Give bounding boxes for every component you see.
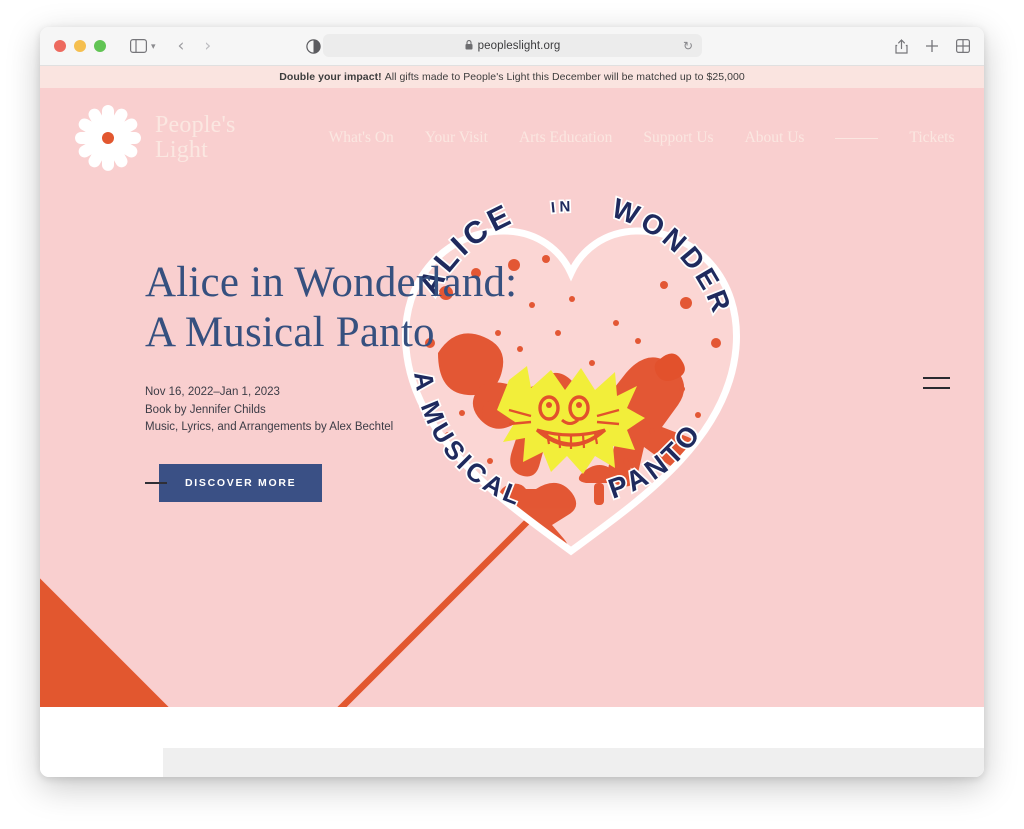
hero-copy: Alice in Wonderland: A Musical Panto Nov… (145, 258, 517, 502)
logo-line-2: Light (155, 137, 208, 163)
nav-item-support-us[interactable]: Support Us (643, 129, 713, 147)
plus-icon[interactable] (925, 39, 939, 53)
hero-title-line-2: A Musical Panto (145, 309, 435, 356)
cta-dash (145, 481, 167, 484)
content-placeholder-strip (163, 748, 984, 777)
cta-wrapper: DISCOVER MORE (145, 463, 517, 502)
browser-toolbar: ▾ ‹ › peopleslight.org ↻ (40, 27, 984, 66)
nav-item-about-us[interactable]: About Us (745, 129, 805, 147)
main-navigation: What's On Your Visit Arts Education Supp… (329, 127, 984, 149)
flower-logo-icon (72, 102, 144, 174)
reader-view-icon[interactable] (306, 38, 321, 54)
share-icon[interactable] (895, 38, 908, 54)
discover-more-button[interactable]: DISCOVER MORE (159, 463, 323, 502)
site-header: People's Light What's On Your Visit Arts… (40, 88, 984, 188)
hero-section: People's Light What's On Your Visit Arts… (40, 88, 984, 707)
nav-item-whats-on[interactable]: What's On (329, 129, 394, 147)
promo-banner-text: All gifts made to People's Light this De… (384, 71, 745, 83)
reload-button[interactable]: ↻ (683, 39, 693, 53)
show-music-by: Music, Lyrics, and Arrangements by Alex … (145, 421, 394, 434)
sidebar-icon[interactable] (130, 39, 147, 53)
lock-icon (465, 39, 473, 52)
artwork-arc-in: IN (550, 198, 574, 216)
minimize-window-button[interactable] (74, 40, 86, 52)
show-dates: Nov 16, 2022–Jan 1, 2023 (145, 386, 280, 398)
history-navigation: ‹ › (178, 36, 212, 56)
logo-line-1: People's (155, 112, 236, 138)
address-bar[interactable]: peopleslight.org ↻ (323, 34, 702, 57)
carousel-line-2 (923, 387, 950, 389)
chevron-down-icon[interactable]: ▾ (151, 41, 156, 52)
logo-wordmark: People's Light (155, 113, 236, 163)
page-title: Alice in Wonderland: A Musical Panto (145, 258, 517, 358)
maximize-window-button[interactable] (94, 40, 106, 52)
nav-item-tickets[interactable]: Tickets (909, 129, 954, 147)
forward-button[interactable]: › (204, 36, 211, 56)
tab-grid-icon[interactable] (956, 39, 970, 53)
carousel-line-1 (923, 377, 950, 379)
traffic-lights (54, 40, 106, 52)
close-window-button[interactable] (54, 40, 66, 52)
browser-window: ▾ ‹ › peopleslight.org ↻ Double your imp… (40, 27, 984, 777)
promo-banner-bold: Double your impact! (279, 71, 382, 83)
url-text: peopleslight.org (477, 39, 561, 52)
hero-credits: Nov 16, 2022–Jan 1, 2023 Book by Jennife… (145, 384, 517, 437)
carousel-next-control[interactable] (923, 377, 950, 389)
promo-banner[interactable]: Double your impact! All gifts made to Pe… (40, 66, 984, 88)
nav-item-arts-education[interactable]: Arts Education (519, 129, 612, 147)
nav-divider (835, 137, 879, 139)
back-button[interactable]: ‹ (178, 36, 185, 56)
below-hero-section (40, 707, 984, 777)
nav-item-your-visit[interactable]: Your Visit (425, 129, 488, 147)
toolbar-right-icons (895, 27, 970, 65)
show-book-by: Book by Jennifer Childs (145, 403, 266, 416)
hero-title-line-1: Alice in Wonderland: (145, 259, 518, 306)
site-logo[interactable]: People's Light (72, 102, 236, 174)
